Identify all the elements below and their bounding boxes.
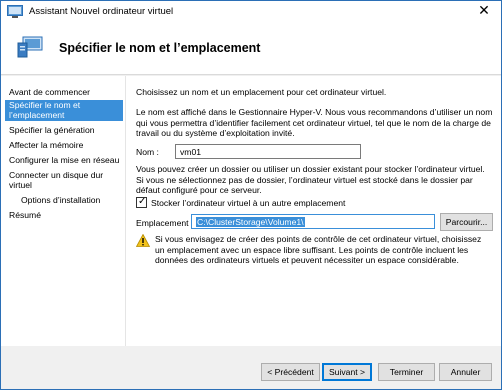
name-help-text: Le nom est affiché dans le Gestionnaire … <box>136 107 493 138</box>
cancel-button[interactable]: Annuler <box>439 363 492 381</box>
warning-icon <box>136 234 150 247</box>
close-button[interactable]: ✕ <box>467 1 501 23</box>
wizard-content: Choisissez un nom et un emplacement pour… <box>125 76 501 346</box>
step-connect-virtual-disk[interactable]: Connecter un disque dur virtuel <box>5 170 105 190</box>
wizard-header: Spécifier le nom et l’emplacement <box>1 23 501 75</box>
title-bar: Assistant Nouvel ordinateur virtuel ✕ <box>1 1 501 23</box>
finish-button[interactable]: Terminer <box>378 363 435 381</box>
store-elsewhere-checkbox[interactable]: ✓ <box>136 196 147 208</box>
name-input[interactable]: vm01 <box>175 144 361 159</box>
store-elsewhere-label[interactable]: Stocker l’ordinateur virtuel à un autre … <box>151 198 345 208</box>
hyper-v-app-icon <box>7 5 23 18</box>
wizard-steps-nav: Avant de commencer Spécifier le nom et l… <box>1 76 125 346</box>
step-assign-memory[interactable]: Affecter la mémoire <box>5 140 123 150</box>
intro-text: Choisissez un nom et un emplacement pour… <box>136 87 387 97</box>
wizard-footer: < Précédent Suivant > Terminer Annuler <box>1 346 501 389</box>
location-input[interactable]: C:\ClusterStorage\Volume1\ <box>191 214 435 229</box>
previous-button[interactable]: < Précédent <box>261 363 320 381</box>
step-specify-generation[interactable]: Spécifier la génération <box>5 125 123 135</box>
checkpoint-warning-text: Si vous envisagez de créer des points de… <box>155 234 482 265</box>
checkmark-icon: ✓ <box>138 196 147 207</box>
next-button[interactable]: Suivant > <box>322 363 372 381</box>
window-title: Assistant Nouvel ordinateur virtuel <box>29 6 174 17</box>
location-value: C:\ClusterStorage\Volume1\ <box>196 217 305 227</box>
name-label: Nom : <box>136 147 159 157</box>
step-configure-networking[interactable]: Configurer la mise en réseau <box>5 155 123 165</box>
wizard-window: Assistant Nouvel ordinateur virtuel ✕ Sp… <box>0 0 502 390</box>
step-before-you-begin[interactable]: Avant de commencer <box>5 87 123 97</box>
step-specify-name-location[interactable]: Spécifier le nom et l’emplacement <box>5 100 123 121</box>
page-title: Spécifier le nom et l’emplacement <box>59 41 261 55</box>
browse-button[interactable]: Parcourir... <box>440 213 493 231</box>
step-summary[interactable]: Résumé <box>5 210 123 220</box>
location-label: Emplacement : <box>136 218 194 228</box>
step-installation-options[interactable]: Options d’installation <box>5 195 123 205</box>
folder-help-text: Vous pouvez créer un dossier ou utiliser… <box>136 164 485 195</box>
virtual-machine-icon <box>17 36 43 58</box>
